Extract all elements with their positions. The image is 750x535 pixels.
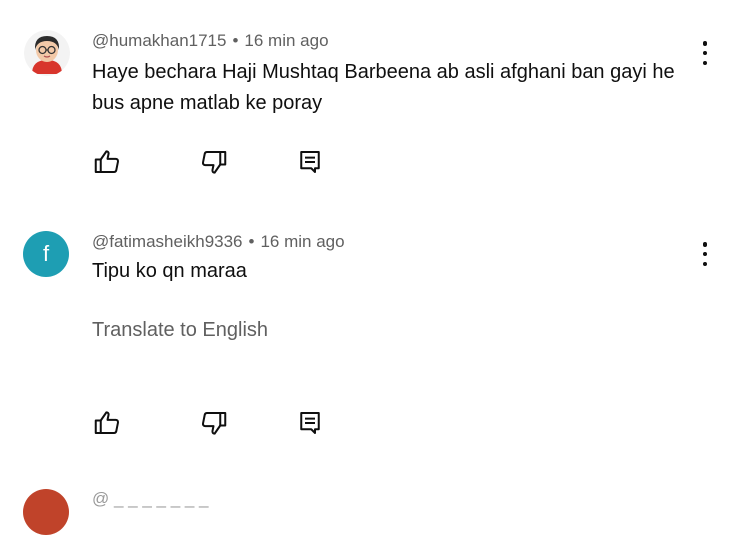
translate-link[interactable]: Translate to English bbox=[92, 319, 268, 342]
comment-author[interactable]: @fatimasheikh9336 bbox=[92, 232, 243, 251]
avatar[interactable] bbox=[24, 30, 70, 76]
reply-button[interactable] bbox=[294, 407, 326, 439]
comment-author[interactable]: @humakhan1715 bbox=[92, 31, 226, 50]
reply-icon bbox=[300, 412, 320, 434]
comment-text: Haye bechara Haji Mushtaq Barbeena ab as… bbox=[92, 61, 675, 114]
meta-separator: • bbox=[248, 232, 255, 251]
comment-text: Tipu ko qn maraa bbox=[92, 260, 247, 282]
meta-separator: • bbox=[232, 31, 239, 50]
like-button[interactable] bbox=[91, 407, 123, 439]
comment-time: 16 min ago bbox=[260, 232, 345, 251]
thumbs-up-icon bbox=[94, 411, 120, 434]
comment-meta: @fatimasheikh9336 • 16 min ago bbox=[92, 232, 345, 252]
dislike-button[interactable] bbox=[198, 146, 230, 178]
reply-button[interactable] bbox=[294, 146, 326, 178]
thumbs-down-icon bbox=[201, 412, 227, 435]
more-vert-icon[interactable] bbox=[695, 239, 715, 269]
thumbs-down-icon bbox=[201, 151, 227, 174]
comment-meta: @ _ _ _ _ _ _ _ bbox=[92, 489, 209, 509]
comment-meta: @humakhan1715 • 16 min ago bbox=[92, 31, 329, 51]
like-button[interactable] bbox=[91, 146, 123, 178]
thumbs-up-icon bbox=[94, 150, 120, 173]
avatar[interactable]: f bbox=[23, 231, 69, 277]
dislike-button[interactable] bbox=[198, 407, 230, 439]
memoji-avatar-icon bbox=[24, 30, 70, 76]
avatar[interactable] bbox=[23, 489, 69, 535]
comment-author[interactable]: @ _ _ _ _ _ _ _ bbox=[92, 489, 209, 508]
more-vert-icon[interactable] bbox=[695, 38, 715, 68]
comment-time: 16 min ago bbox=[244, 31, 329, 50]
avatar-letter: f bbox=[42, 241, 50, 266]
reply-icon bbox=[300, 151, 320, 173]
